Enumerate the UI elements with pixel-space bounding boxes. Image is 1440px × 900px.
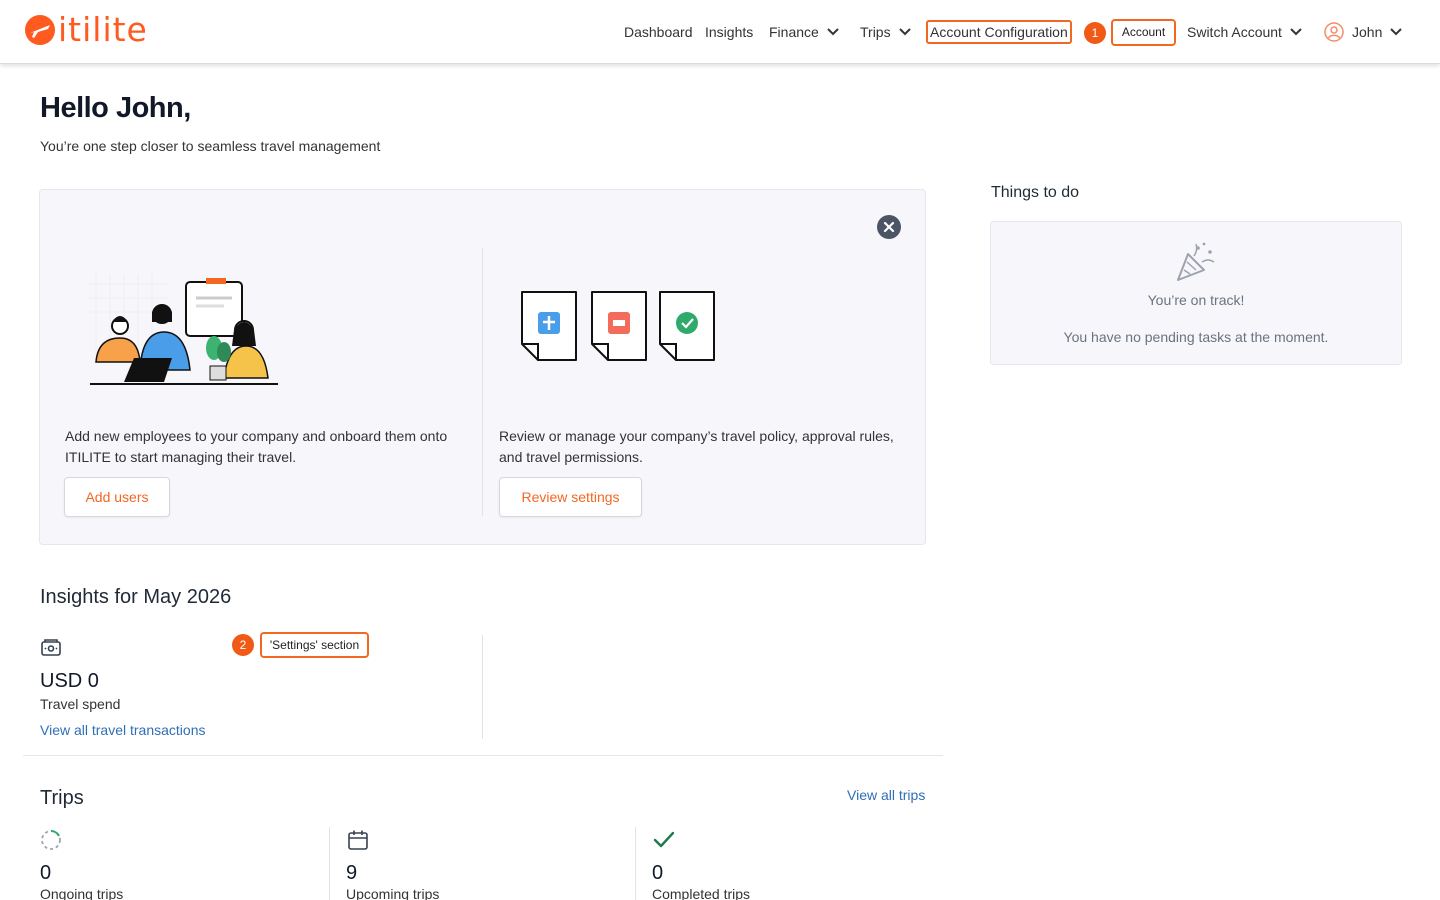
page-title: Hello John, [40,92,191,124]
view-all-trips-link[interactable]: View all trips [847,787,925,803]
logo-text: itilite [58,10,148,49]
things-to-do-title: Things to do [991,184,1080,201]
travel-spend-label: Travel spend [40,696,121,712]
insights-divider [482,635,483,739]
nav-switch-account-label: Switch Account [1187,24,1282,40]
add-users-button[interactable]: Add users [64,477,170,517]
user-menu[interactable]: John [1324,20,1403,44]
review-settings-button[interactable]: Review settings [499,477,642,517]
review-settings-description: Review or manage your company’s travel p… [499,428,894,465]
ongoing-trips-count: 0 [40,862,52,884]
nav-dashboard-label: Dashboard [624,24,693,40]
user-avatar-icon [1324,22,1344,42]
upcoming-trips-label: Upcoming trips [346,886,440,900]
chevron-down-icon [898,28,911,36]
nav-insights[interactable]: Insights [705,20,753,44]
nav-switch-account[interactable]: Switch Account [1187,20,1302,44]
calendar-icon [348,830,368,850]
close-icon [883,221,895,233]
documents-illustration [521,291,715,361]
card-divider [482,248,483,516]
chevron-down-icon [1290,28,1302,36]
nav-finance-label: Finance [769,24,819,40]
party-popper-icon [1177,242,1215,281]
plane-logo-icon [25,15,55,45]
step-badge-2: 2 [232,634,254,656]
trips-divider-2 [635,827,636,900]
nav-trips-label: Trips [860,24,891,40]
chevron-down-icon [827,28,839,36]
annotation-account-tag: Account [1111,19,1176,46]
nav-dashboard[interactable]: Dashboard [624,20,693,44]
itilite-logo[interactable]: itilite [24,12,148,48]
section-divider [23,755,943,756]
nav-finance[interactable]: Finance [769,20,839,44]
close-card-button[interactable] [877,215,901,239]
nav-insights-label: Insights [705,24,754,40]
completed-trips-count: 0 [652,862,664,884]
view-all-transactions-link[interactable]: View all travel transactions [40,722,205,738]
checkmark-icon [653,831,675,848]
insights-title: Insights for May 2026 [40,586,232,608]
team-illustration [88,274,278,385]
todo-status-text: You’re on track! [1147,292,1245,308]
upcoming-trips-count: 9 [346,862,358,884]
nav-account-configuration-label: Account Configuration [930,24,1068,40]
chevron-down-icon [1390,28,1403,36]
ongoing-spinner-icon [41,830,61,850]
top-navbar: itilite Dashboard Insights Finance Trips… [0,0,1440,64]
ongoing-trips-label: Ongoing trips [40,886,124,900]
user-name: John [1352,24,1383,40]
todo-empty-message: You have no pending tasks at the moment. [1063,329,1329,345]
trips-divider-1 [329,827,330,900]
completed-trips-label: Completed trips [652,886,751,900]
wallet-icon [41,639,61,656]
page-subtitle: You’re one step closer to seamless trave… [40,138,381,154]
travel-spend-amount: USD 0 [40,670,99,692]
add-users-description: Add new employees to your company and on… [65,428,448,465]
annotation-settings-tag: 'Settings' section [260,632,369,658]
step-badge-1: 1 [1084,22,1106,44]
trips-title: Trips [40,787,84,809]
flight-document-icon [521,291,577,361]
approved-document-icon [659,291,715,361]
nav-account-configuration[interactable]: Account Configuration [926,20,1072,44]
nav-trips[interactable]: Trips [860,20,911,44]
hotel-document-icon [591,291,647,361]
